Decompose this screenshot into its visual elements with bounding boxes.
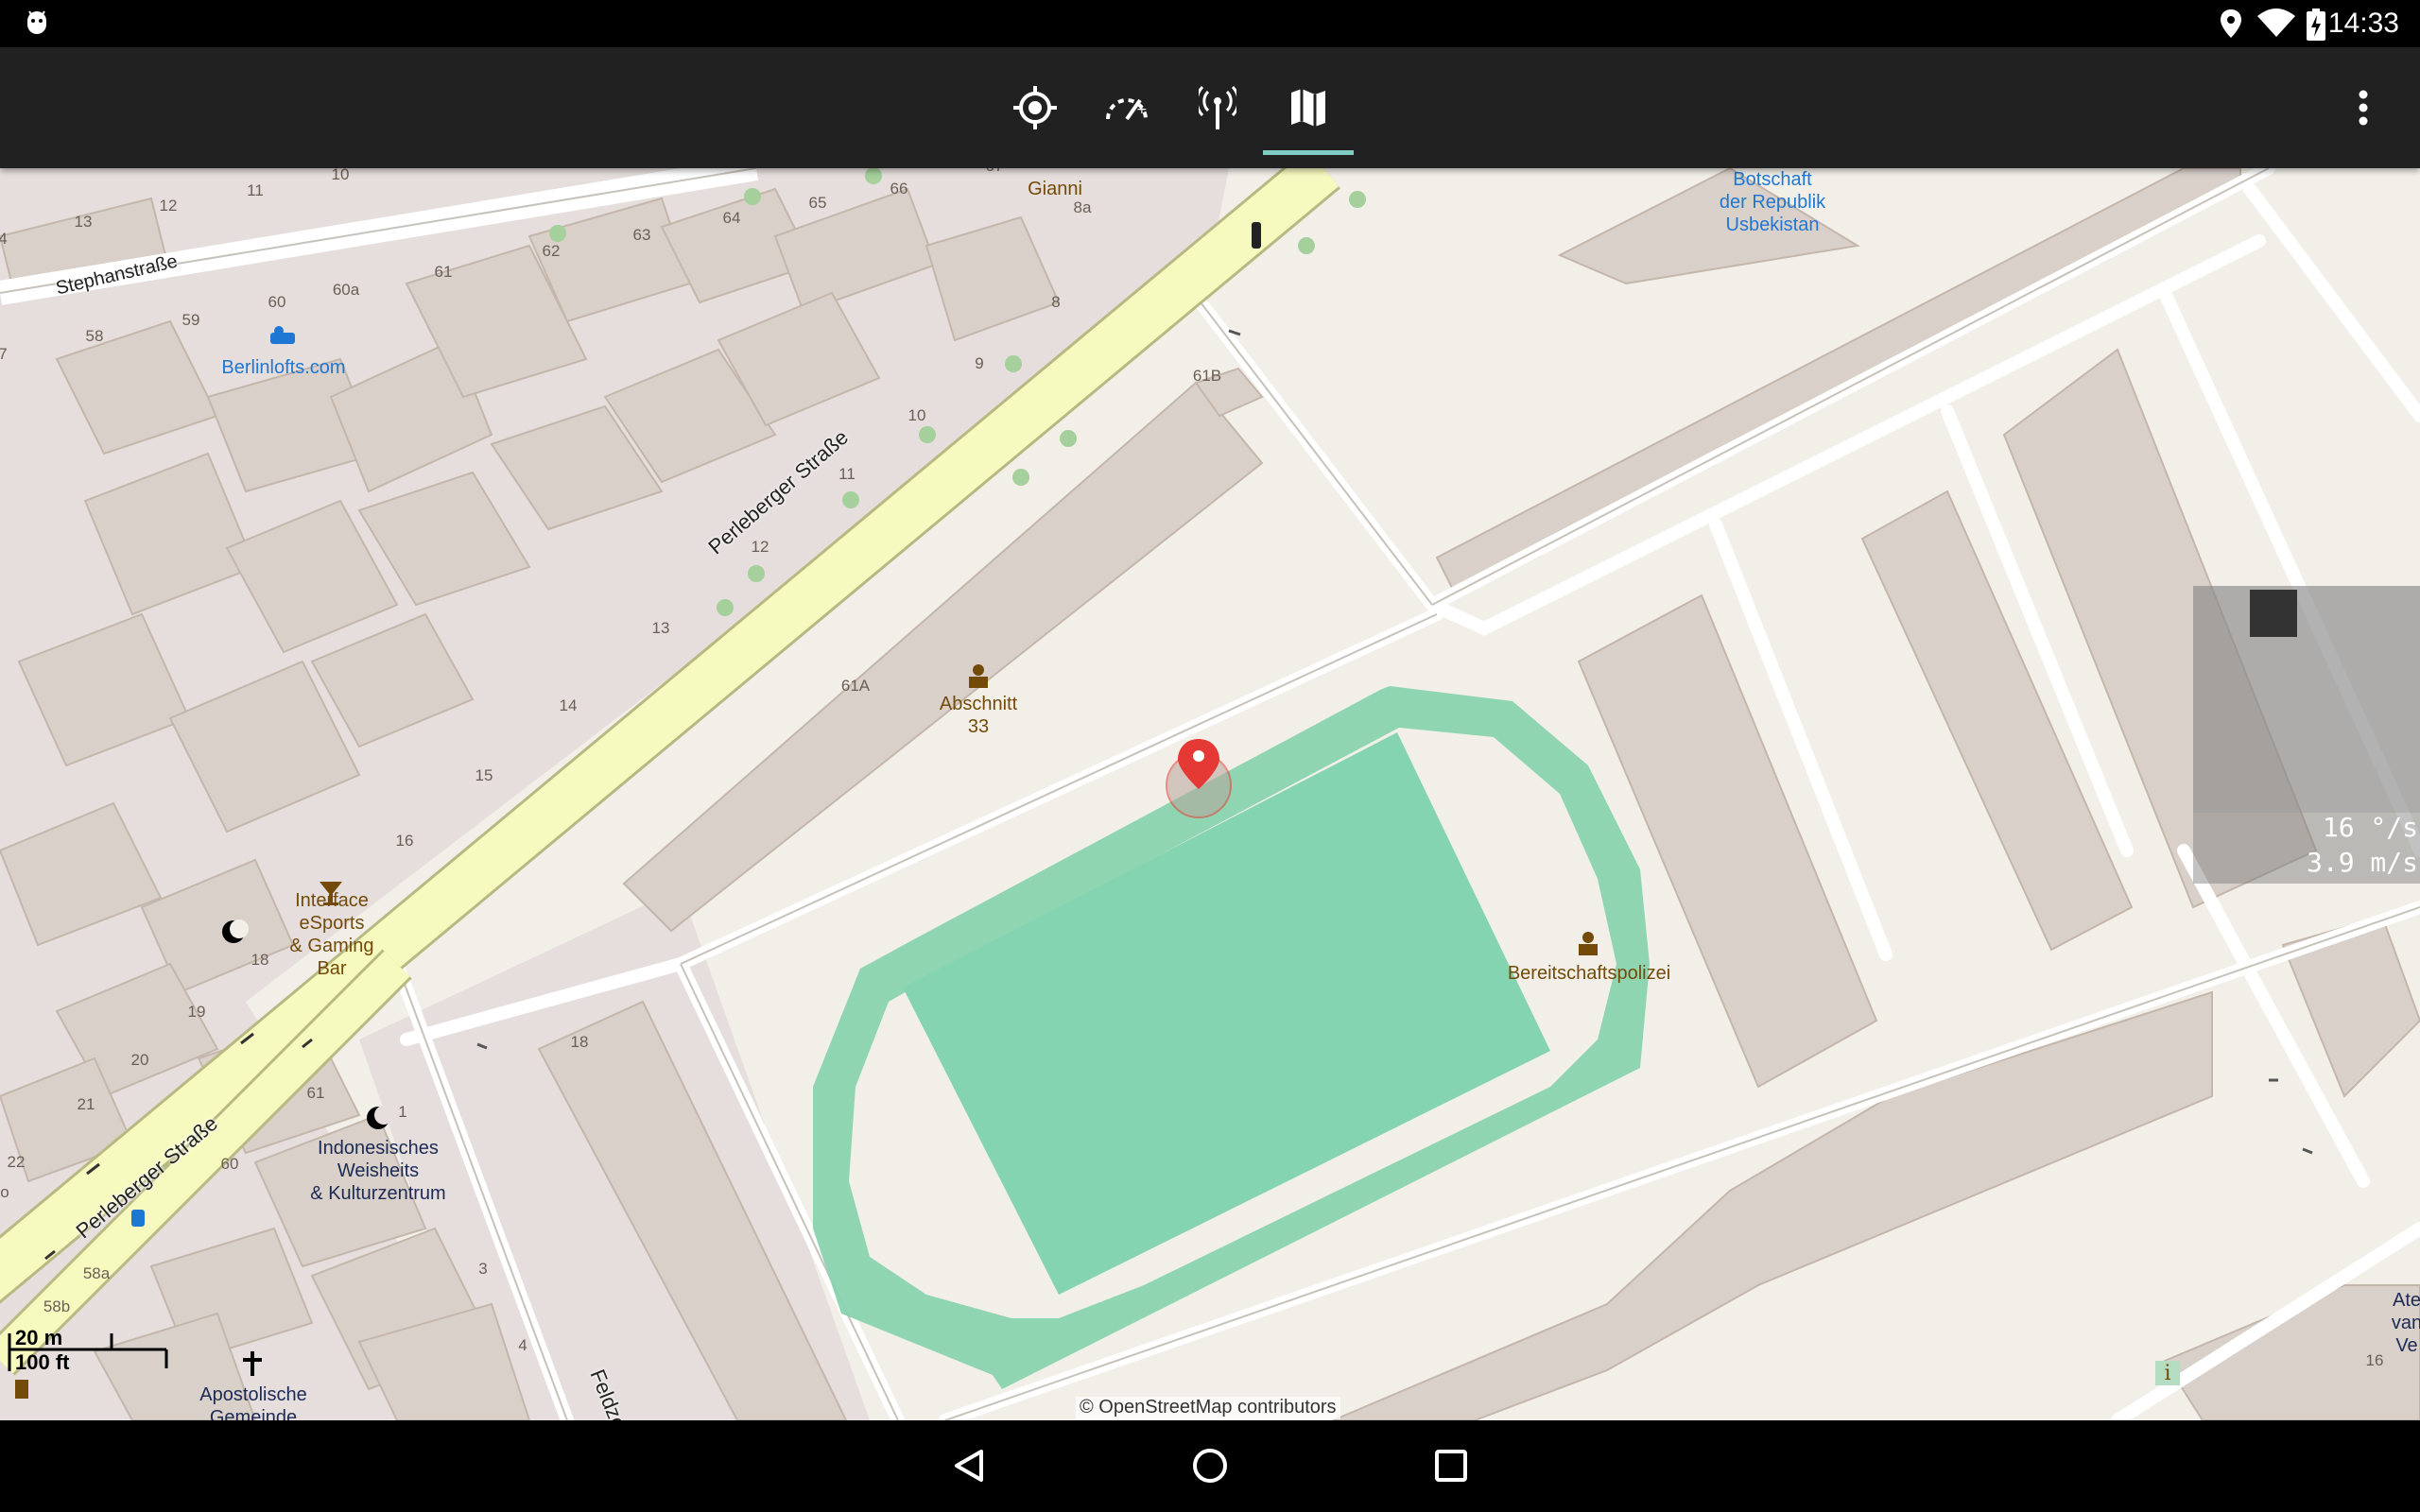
poi-apostolische-gemeinde: Apostolische Gemeinde	[199, 1384, 307, 1420]
toolbar: +	[0, 47, 2420, 168]
rotation-rate: 16 °/s	[2322, 812, 2418, 843]
house-number: 60	[220, 1155, 239, 1173]
map-icon	[1291, 89, 1325, 127]
house-number: 21	[77, 1095, 95, 1113]
poi-indonesisches-zentrum: Indonesisches Weisheits & Kulturzentrum	[310, 1138, 446, 1204]
house-number: o	[0, 1183, 9, 1201]
house-number: 16	[395, 832, 414, 850]
house-number: 61A	[840, 677, 871, 695]
house-number: 66	[890, 180, 908, 198]
house-number: 20	[130, 1051, 149, 1069]
info-icon: i	[2155, 1361, 2180, 1385]
house-number: 67	[986, 168, 1004, 176]
map-canvas: i	[0, 168, 2420, 1420]
sensor-compass-area	[2193, 586, 2420, 813]
house-number: 19	[187, 1003, 206, 1021]
signal-tab[interactable]	[1172, 47, 1263, 168]
house-number: 4	[518, 1336, 527, 1354]
house-number: 18	[251, 951, 269, 969]
scale-imperial: 100 ft	[15, 1350, 70, 1374]
sensor-overlay: 16 °/s 3.9 m/s	[2193, 586, 2420, 884]
house-number: 9	[975, 354, 984, 372]
speed-tab[interactable]: +	[1081, 47, 1172, 168]
house-number: 58b	[43, 1297, 71, 1315]
house-number: 1	[398, 1103, 407, 1121]
poi-abschnitt-33: Abschnitt 33	[939, 694, 1018, 737]
house-number: 10	[908, 406, 926, 424]
location-icon	[2221, 9, 2241, 38]
house-number: 62	[542, 242, 561, 260]
svg-text:i: i	[2164, 1362, 2170, 1385]
house-number: 18	[570, 1033, 589, 1051]
house-number: 58	[85, 327, 104, 345]
poi-berlinlofts: Berlinlofts.com	[221, 357, 346, 378]
house-number: 8	[1051, 293, 1061, 311]
back-icon	[955, 1450, 983, 1482]
map-attribution: © OpenStreetMap contributors	[1076, 1397, 1340, 1419]
house-number: 60a	[332, 281, 360, 299]
house-number: 22	[7, 1153, 26, 1171]
poi-botschaft: Botschaft der Republik Usbekistan	[1719, 169, 1826, 235]
poi-interface-esports: Interface eSports & Gaming Bar	[289, 890, 374, 979]
house-number: 16	[2365, 1351, 2384, 1369]
house-number: 3	[478, 1260, 488, 1278]
home-button[interactable]	[1177, 1437, 1243, 1494]
speed-readout: 3.9 m/s	[2306, 847, 2418, 878]
status-bar: 14:33	[0, 0, 2420, 47]
crosshair-icon	[1013, 86, 1057, 129]
map-view[interactable]: i Stephanstraße Perleberger Straße Perle…	[0, 168, 2420, 1420]
back-button[interactable]	[936, 1437, 1002, 1494]
house-number: 63	[632, 226, 651, 244]
bus-stop-icon	[131, 1210, 145, 1227]
poi-gianni: Gianni	[1028, 179, 1082, 199]
sensor-indicator	[2250, 590, 2297, 637]
fountain-icon	[15, 1380, 28, 1399]
house-number: 59	[182, 311, 200, 329]
house-number: 65	[808, 194, 827, 212]
house-number: 13	[74, 213, 93, 231]
speedometer-icon: +	[1106, 98, 1148, 121]
clock: 14:33	[2327, 8, 2399, 39]
scale-metric: 20 m	[15, 1326, 63, 1349]
poi-ate-van-ve: Ate van Ve	[2391, 1290, 2420, 1356]
house-number: 61B	[1192, 367, 1222, 385]
antenna-icon	[1199, 86, 1236, 129]
recents-button[interactable]	[1418, 1437, 1484, 1494]
scale-bar: 20 m 100 ft	[8, 1326, 168, 1374]
house-number: 8a	[1073, 198, 1092, 216]
house-number: 15	[475, 766, 493, 784]
more-vert-icon	[2359, 90, 2368, 126]
house-number: 10	[331, 168, 350, 183]
house-number: 61	[306, 1084, 325, 1102]
house-number: 61	[434, 263, 453, 281]
map-tab[interactable]	[1263, 47, 1354, 168]
battery-charging-icon	[2307, 9, 2325, 41]
house-number: 13	[651, 619, 670, 637]
house-number: 58a	[82, 1264, 111, 1282]
nav-bar	[0, 1420, 2420, 1512]
house-number: 11	[247, 181, 264, 199]
house-number: 12	[751, 538, 769, 556]
recents-icon	[1435, 1450, 1467, 1482]
home-icon	[1193, 1449, 1227, 1483]
house-number: 64	[722, 209, 741, 227]
house-number: 12	[159, 197, 178, 215]
house-number: 60	[268, 293, 286, 311]
svg-text:+: +	[1136, 102, 1148, 117]
house-number: 4	[0, 230, 8, 248]
house-number: 14	[559, 696, 578, 714]
house-number: 7	[0, 345, 8, 363]
android-debug-icon	[27, 10, 46, 34]
more-options-button[interactable]	[2344, 79, 2382, 136]
poi-bereitschaftspolizei: Bereitschaftspolizei	[1507, 963, 1671, 984]
house-number: 11	[838, 465, 856, 483]
gps-status-tab[interactable]	[990, 47, 1080, 168]
wifi-icon	[2257, 9, 2295, 37]
